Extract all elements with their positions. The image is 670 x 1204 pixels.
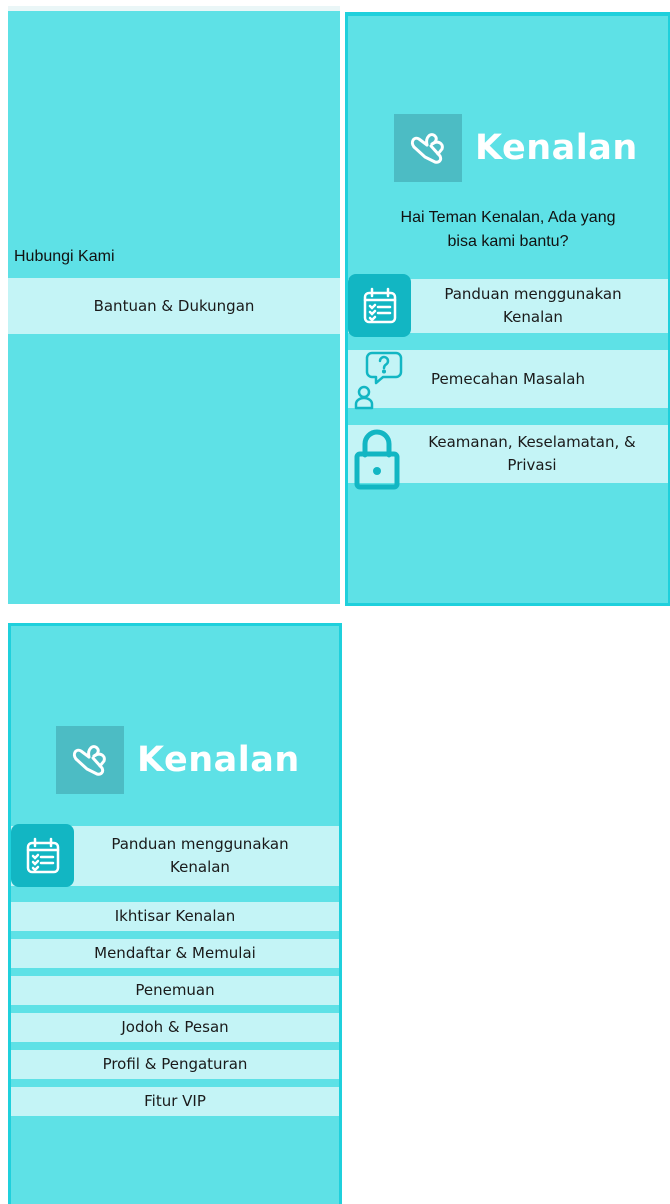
submenu-item[interactable]: Fitur VIP (11, 1087, 339, 1116)
menu-item-guide-line-1: Panduan menggunakan (444, 285, 622, 303)
submenu-item-label: Ikhtisar Kenalan (114, 907, 236, 925)
contact-heading: Hubungi Kami (14, 248, 115, 265)
submenu-item[interactable]: Penemuan (11, 976, 339, 1005)
menu-item-guide-line-2: Kenalan (503, 308, 563, 326)
submenu-item[interactable]: Profil & Pengaturan (11, 1050, 339, 1079)
submenu-item-label: Mendaftar & Memulai (94, 944, 256, 962)
submenu-item[interactable]: Ikhtisar Kenalan (11, 902, 339, 931)
kenalan-logo-icon (56, 726, 124, 794)
submenu-item-label: Fitur VIP (144, 1092, 206, 1110)
help-screen-contact: Hubungi Kami Bantuan & Dukungan (8, 6, 340, 604)
greeting-line-2: bisa kami bantu? (447, 233, 569, 250)
greeting-line-1: Hai Teman Kenalan, Ada yang (400, 209, 616, 226)
kenalan-logo-icon (394, 114, 462, 182)
padlock-icon (354, 428, 400, 490)
menu-item-security-line-2: Privasi (507, 456, 557, 474)
support-menu-label: Bantuan & Dukungan (93, 296, 255, 315)
support-menu-item[interactable]: Bantuan & Dukungan (8, 278, 340, 334)
submenu-item-label: Jodoh & Pesan (121, 1018, 229, 1036)
logo-wordmark: Kenalan (475, 128, 638, 168)
help-screen-guide: Kenalan Panduan menggunakan Kenalan Ikht… (8, 623, 342, 1204)
help-screen-main: Kenalan Hai Teman Kenalan, Ada yang bisa… (345, 12, 670, 606)
menu-item-troubleshoot-label: Pemecahan Masalah (431, 369, 585, 388)
calendar-checklist-icon (11, 824, 74, 887)
app-logo: Kenalan (394, 114, 638, 182)
person-question-icon (354, 350, 404, 412)
guide-header-line-1: Panduan menggunakan (111, 835, 289, 853)
greeting-text: Hai Teman Kenalan, Ada yang bisa kami ba… (348, 206, 668, 254)
calendar-checklist-icon (348, 274, 411, 337)
submenu-item-label: Profil & Pengaturan (102, 1055, 248, 1073)
submenu-item[interactable]: Jodoh & Pesan (11, 1013, 339, 1042)
logo-wordmark: Kenalan (137, 740, 300, 780)
guide-header-line-2: Kenalan (170, 858, 230, 876)
submenu-item[interactable]: Mendaftar & Memulai (11, 939, 339, 968)
menu-item-security-line-1: Keamanan, Keselamatan, & (428, 433, 636, 451)
app-logo: Kenalan (56, 726, 300, 794)
submenu-item-label: Penemuan (135, 981, 215, 999)
